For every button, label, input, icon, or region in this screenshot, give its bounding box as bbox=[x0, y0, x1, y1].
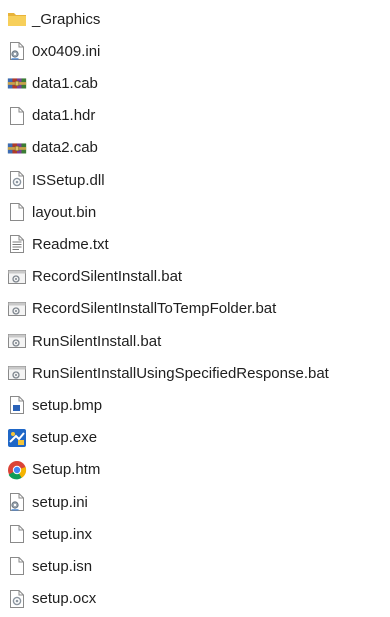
file-name: setup.isn bbox=[32, 557, 93, 575]
dll-file-icon bbox=[7, 170, 27, 190]
settings-file-icon bbox=[7, 492, 27, 512]
file-name: RecordSilentInstall.bat bbox=[32, 268, 183, 286]
file-item[interactable]: RunSilentInstall.bat bbox=[7, 328, 161, 354]
file-item[interactable]: layout.bin bbox=[7, 199, 96, 225]
batch-file-icon bbox=[7, 331, 27, 351]
file-name: RunSilentInstall.bat bbox=[32, 332, 162, 350]
file-item[interactable]: data2.cab bbox=[7, 135, 98, 161]
file-item[interactable]: Setup.htm bbox=[7, 457, 100, 483]
file-name: data2.cab bbox=[32, 139, 98, 157]
batch-file-icon bbox=[7, 299, 27, 319]
generic-file-icon bbox=[7, 106, 27, 126]
installer-exe-icon bbox=[7, 428, 27, 448]
file-item[interactable]: setup.exe bbox=[7, 425, 97, 451]
file-item[interactable]: 0x0409.ini bbox=[7, 38, 100, 64]
file-name: setup.ini bbox=[32, 493, 88, 511]
generic-file-icon bbox=[7, 202, 27, 222]
generic-file-icon bbox=[7, 556, 27, 576]
file-name: _Graphics bbox=[32, 10, 101, 28]
file-name: setup.ocx bbox=[32, 590, 97, 608]
file-name: RunSilentInstallUsingSpecifiedResponse.b… bbox=[32, 364, 329, 382]
file-item[interactable]: ISSetup.dll bbox=[7, 167, 105, 193]
file-item[interactable]: Readme.txt bbox=[7, 231, 109, 257]
batch-file-icon bbox=[7, 363, 27, 383]
file-name: RecordSilentInstallToTempFolder.bat bbox=[32, 300, 277, 318]
file-name: Readme.txt bbox=[32, 235, 109, 253]
settings-file-icon bbox=[7, 41, 27, 61]
file-item[interactable]: RunSilentInstallUsingSpecifiedResponse.b… bbox=[7, 360, 329, 386]
dll-file-icon bbox=[7, 589, 27, 609]
file-item[interactable]: setup.isn bbox=[7, 553, 92, 579]
file-name: ISSetup.dll bbox=[32, 171, 105, 189]
text-file-icon bbox=[7, 234, 27, 254]
file-name: setup.bmp bbox=[32, 396, 103, 414]
cabinet-archive-icon bbox=[7, 73, 27, 93]
file-name: 0x0409.ini bbox=[32, 42, 101, 60]
file-name: Setup.htm bbox=[32, 461, 101, 479]
file-item[interactable]: RecordSilentInstall.bat bbox=[7, 264, 182, 290]
file-item[interactable]: data1.cab bbox=[7, 70, 98, 96]
folder-icon bbox=[7, 9, 27, 29]
file-item[interactable]: _Graphics bbox=[7, 6, 100, 32]
file-item[interactable]: data1.hdr bbox=[7, 103, 95, 129]
batch-file-icon bbox=[7, 267, 27, 287]
file-item[interactable]: setup.inx bbox=[7, 521, 92, 547]
file-name: data1.hdr bbox=[32, 107, 96, 125]
file-name: setup.inx bbox=[32, 525, 93, 543]
file-item[interactable]: setup.ini bbox=[7, 489, 88, 515]
file-item[interactable]: setup.bmp bbox=[7, 392, 102, 418]
file-name: data1.cab bbox=[32, 74, 98, 92]
cabinet-archive-icon bbox=[7, 138, 27, 158]
chrome-html-icon bbox=[7, 460, 27, 480]
file-name: setup.exe bbox=[32, 429, 98, 447]
generic-file-icon bbox=[7, 524, 27, 544]
bitmap-image-icon bbox=[7, 395, 27, 415]
file-item[interactable]: setup.ocx bbox=[7, 586, 96, 612]
file-name: layout.bin bbox=[32, 203, 97, 221]
file-item[interactable]: RecordSilentInstallToTempFolder.bat bbox=[7, 296, 276, 322]
